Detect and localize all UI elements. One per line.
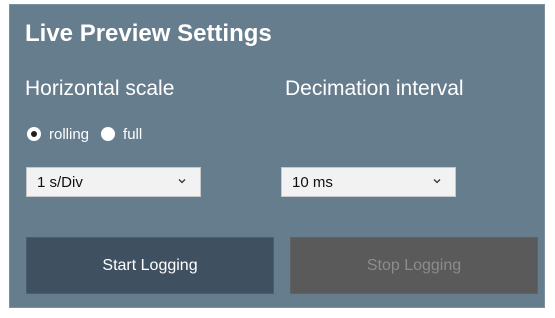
horizontal-scale-value: 1 s/Div [37,174,83,191]
full-radio[interactable]: full [101,126,142,143]
stop-logging-button: Stop Logging [290,237,538,294]
panel-title: Live Preview Settings [25,20,272,47]
scale-mode-radio-group: rolling full [27,125,142,143]
rolling-radio-label[interactable]: rolling [49,126,89,143]
chevron-down-icon [178,179,186,184]
decimation-interval-dropdown[interactable]: 10 ms [281,167,456,197]
live-preview-settings-panel: Live Preview Settings Horizontal scale D… [9,4,545,308]
decimation-interval-label: Decimation interval [285,77,464,100]
decimation-interval-value: 10 ms [292,174,333,191]
horizontal-scale-label: Horizontal scale [25,77,175,100]
chevron-down-icon [433,179,441,184]
full-radio-indicator[interactable] [101,127,116,141]
rolling-radio[interactable]: rolling [27,126,89,143]
start-logging-button[interactable]: Start Logging [26,237,274,294]
horizontal-scale-dropdown[interactable]: 1 s/Div [26,167,201,197]
full-radio-label[interactable]: full [123,126,142,143]
rolling-radio-indicator[interactable] [27,127,41,141]
